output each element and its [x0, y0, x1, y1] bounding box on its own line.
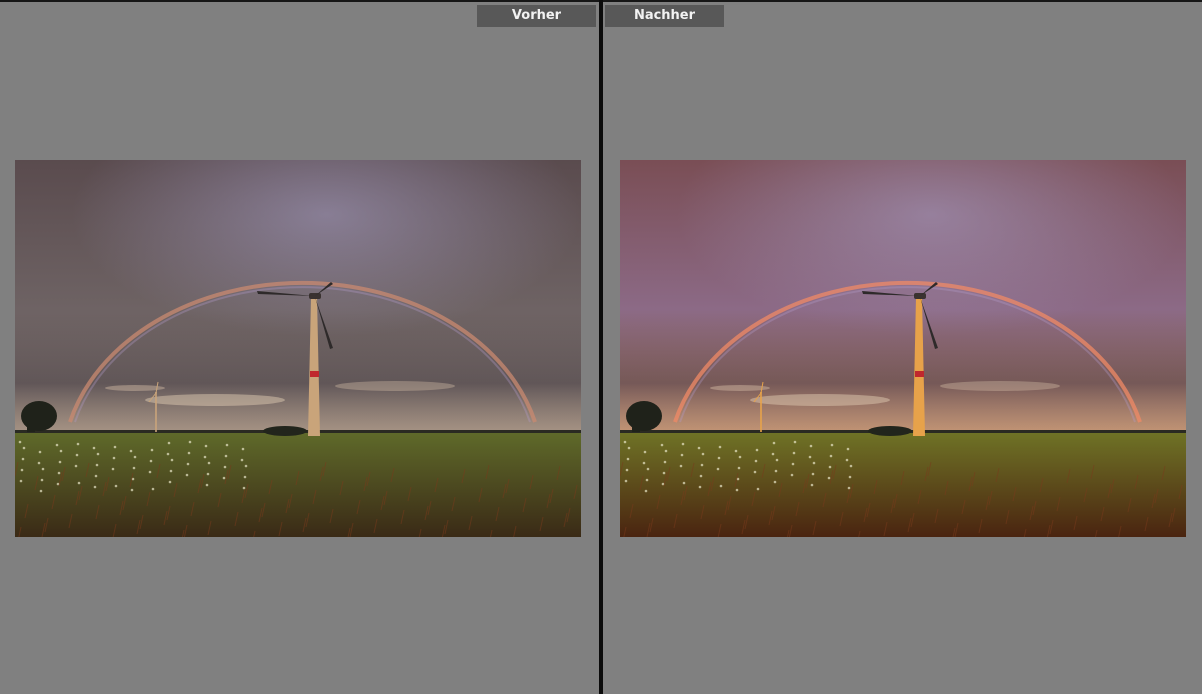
photo-rainbow-wind-turbine-icon — [15, 160, 581, 537]
after-label: Nachher — [605, 5, 724, 27]
after-pane[interactable]: Nachher — [603, 2, 1202, 694]
photo-rainbow-wind-turbine-icon — [620, 160, 1186, 537]
before-label: Vorher — [477, 5, 596, 27]
before-photo[interactable] — [15, 160, 581, 537]
after-photo[interactable] — [620, 160, 1186, 537]
before-pane[interactable]: Vorher — [0, 2, 599, 694]
before-after-compare-view: Vorher Nachher — [0, 0, 1202, 694]
